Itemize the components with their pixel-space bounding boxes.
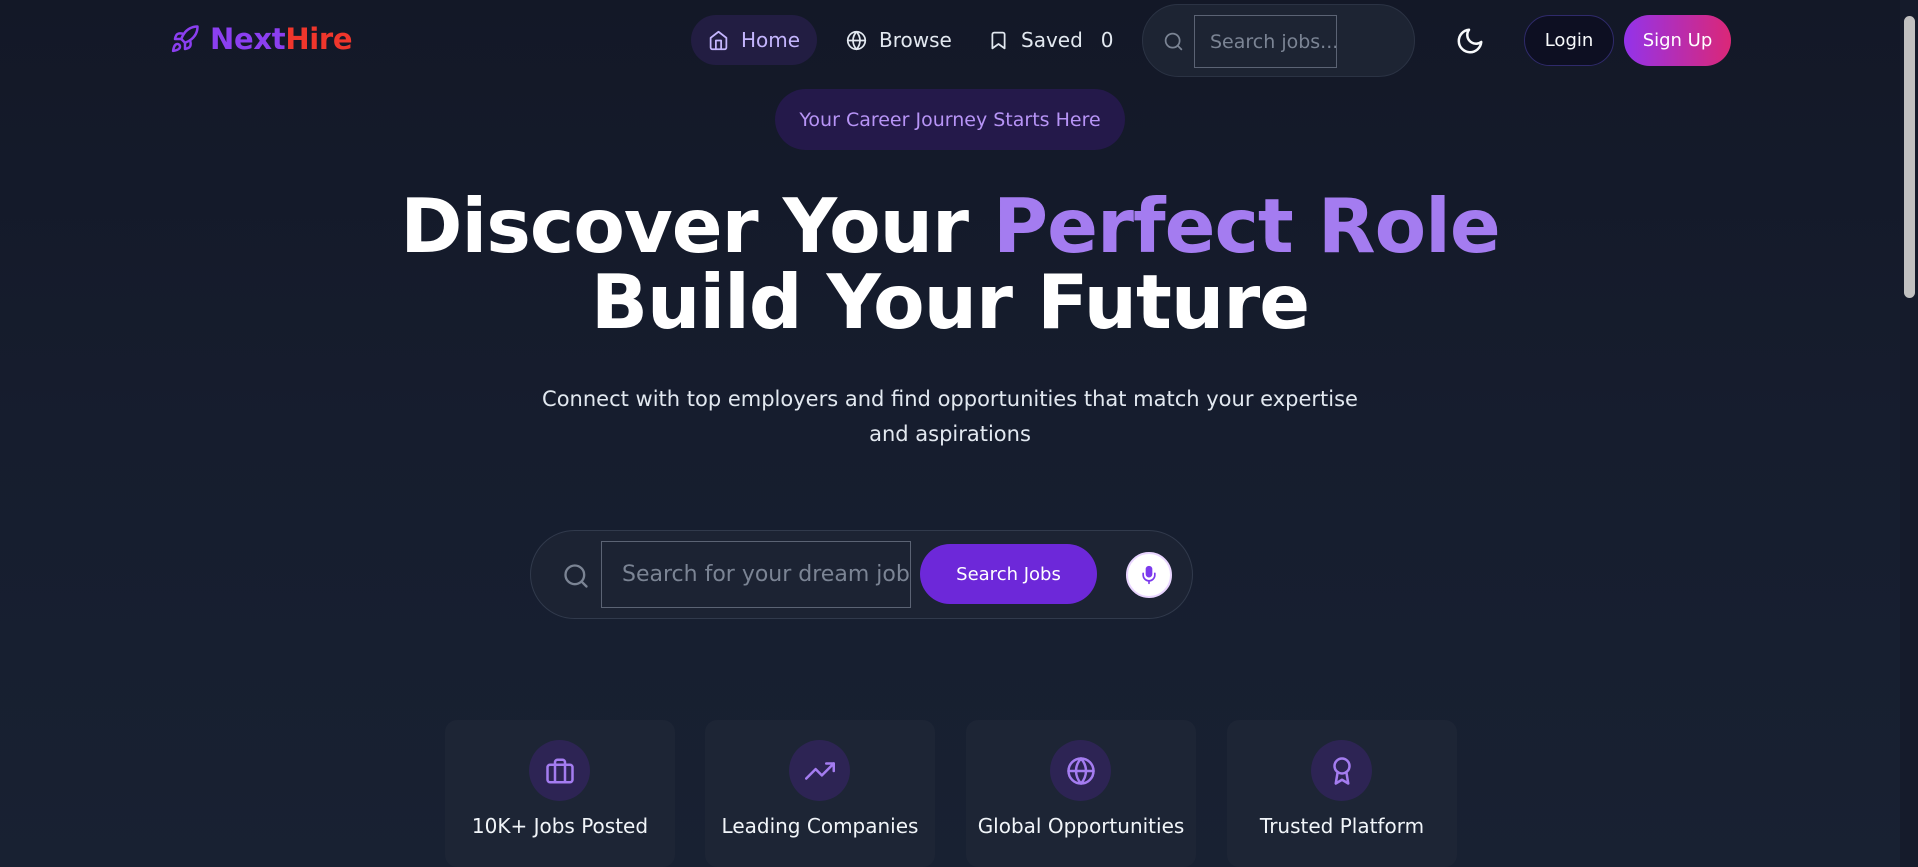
hero-tagline-badge: Your Career Journey Starts Here bbox=[775, 89, 1125, 150]
microphone-icon bbox=[1142, 565, 1156, 585]
moon-icon[interactable] bbox=[1455, 26, 1485, 56]
nav-item-home[interactable]: Home bbox=[691, 15, 817, 65]
feature-label: 10K+ Jobs Posted bbox=[471, 814, 649, 838]
brand-name-part1: Next bbox=[210, 22, 286, 56]
feature-label: Global Opportunities bbox=[977, 814, 1185, 838]
nav-search bbox=[1142, 4, 1415, 77]
hero-subtitle: Connect with top employers and find oppo… bbox=[542, 387, 1358, 446]
hero-title-line2: Build Your Future bbox=[590, 258, 1310, 346]
feature-icon-wrap bbox=[1050, 740, 1111, 801]
feature-icon-wrap bbox=[529, 740, 590, 801]
hero-title-part1: Discover Your bbox=[400, 182, 994, 270]
hero-title: Discover Your Perfect Role Build Your Fu… bbox=[0, 188, 1900, 340]
voice-search-button[interactable] bbox=[1126, 552, 1172, 598]
nav-item-saved[interactable]: Saved 0 bbox=[988, 15, 1114, 65]
brand-name: NextHire bbox=[210, 22, 353, 56]
feature-card-leading-companies: Leading Companies bbox=[705, 720, 935, 867]
nav-item-browse-label: Browse bbox=[879, 28, 952, 52]
trending-up-icon bbox=[804, 761, 835, 780]
nav-item-saved-label: Saved bbox=[1021, 28, 1083, 52]
search-icon bbox=[1164, 32, 1183, 51]
signup-button[interactable]: Sign Up bbox=[1624, 15, 1731, 66]
globe-icon bbox=[846, 30, 867, 50]
feature-card-trusted-platform: Trusted Platform bbox=[1227, 720, 1457, 867]
bookmark-icon bbox=[991, 31, 1006, 49]
login-button[interactable]: Login bbox=[1524, 15, 1614, 66]
nav-item-home-label: Home bbox=[740, 28, 801, 52]
job-search-input[interactable] bbox=[601, 541, 911, 608]
feature-icon-wrap bbox=[1311, 740, 1372, 801]
nav-search-input[interactable] bbox=[1194, 15, 1337, 68]
brand-name-part2: Hire bbox=[285, 22, 353, 56]
feature-icon-wrap bbox=[789, 740, 850, 801]
briefcase-icon bbox=[545, 758, 574, 783]
brand-logo[interactable]: NextHire bbox=[170, 22, 353, 56]
page-scrollbar-thumb[interactable] bbox=[1904, 16, 1915, 298]
page-scrollbar-track[interactable] bbox=[1900, 0, 1918, 867]
home-icon bbox=[709, 30, 728, 50]
globe-icon bbox=[1066, 756, 1095, 785]
rocket-icon bbox=[171, 25, 199, 53]
search-icon bbox=[564, 564, 588, 588]
feature-label: Leading Companies bbox=[721, 814, 919, 838]
feature-label: Trusted Platform bbox=[1259, 814, 1425, 838]
saved-count-badge: 0 bbox=[1100, 28, 1114, 52]
feature-card-jobs-posted: 10K+ Jobs Posted bbox=[445, 720, 675, 867]
award-icon bbox=[1332, 756, 1351, 785]
main-search-bar: Search Jobs bbox=[530, 530, 1193, 619]
search-jobs-button[interactable]: Search Jobs bbox=[920, 544, 1097, 604]
feature-card-global-opportunities: Global Opportunities bbox=[966, 720, 1196, 867]
nav-item-browse[interactable]: Browse bbox=[846, 15, 952, 65]
hero-title-accent: Perfect Role bbox=[993, 182, 1501, 270]
